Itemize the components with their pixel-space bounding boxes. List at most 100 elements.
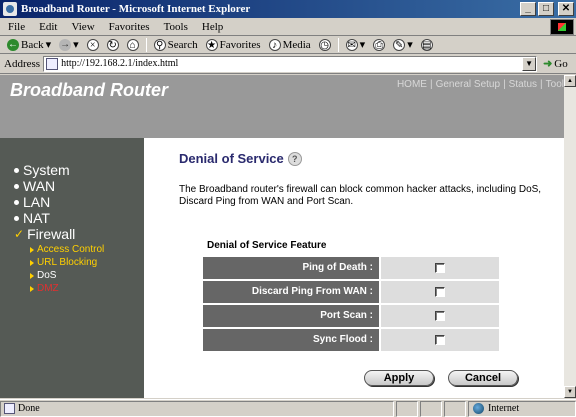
media-icon: ♪ (268, 38, 281, 51)
toolbar-divider (145, 37, 147, 52)
discard-ping-checkbox[interactable] (435, 287, 445, 297)
nav-tool[interactable]: Tool (546, 79, 564, 90)
nav-status[interactable]: Status (509, 79, 537, 90)
port-scan-checkbox[interactable] (435, 311, 445, 321)
feature-label: Port Scan : (203, 305, 379, 327)
sidebar-subitem-dos[interactable]: DoS (30, 270, 56, 281)
nav-separator: | (540, 79, 543, 90)
browser-viewport: Broadband Router HOME | General Setup | … (0, 75, 576, 398)
sidebar-item-system[interactable]: System (14, 162, 70, 178)
menu-favorites[interactable]: Favorites (101, 21, 156, 33)
menu-view[interactable]: View (63, 21, 100, 33)
refresh-icon: ↻ (106, 38, 119, 51)
address-input[interactable]: http://192.168.2.1/index.html ▼ (43, 55, 538, 72)
sidebar-item-lan[interactable]: LAN (14, 194, 50, 210)
history-button[interactable]: ◷ (316, 38, 334, 51)
menu-edit[interactable]: Edit (31, 21, 63, 33)
home-button[interactable]: ⌂ (124, 38, 142, 51)
menu-bar: File Edit View Favorites Tools Help (0, 18, 576, 36)
address-label: Address (4, 57, 41, 70)
edit-button[interactable]: ✎ ▾ (390, 38, 416, 51)
cancel-button[interactable]: Cancel (448, 370, 518, 386)
globe-icon (473, 403, 484, 414)
status-pane: Done (0, 400, 394, 417)
sync-flood-checkbox[interactable] (435, 335, 445, 345)
feature-cell (381, 329, 499, 351)
back-arrow-icon: ← (7, 38, 19, 51)
windows-logo-icon (550, 19, 574, 35)
arrow-right-icon (30, 259, 34, 266)
bullet-icon (14, 199, 19, 205)
print-button[interactable]: ⎙ (370, 38, 388, 51)
sidebar-item-firewall[interactable]: ✓ Firewall (14, 226, 75, 242)
discuss-button[interactable]: ▤ (418, 38, 436, 51)
address-dropdown-button[interactable]: ▼ (522, 56, 537, 71)
stop-button[interactable]: × (84, 38, 102, 51)
minimize-button[interactable]: _ (520, 2, 536, 16)
feature-cell (381, 281, 499, 303)
status-text: Done (18, 403, 40, 414)
toolbar-divider (337, 37, 339, 52)
sidebar-subitem-access-control[interactable]: Access Control (30, 244, 104, 255)
sidebar-subitem-label: URL Blocking (37, 257, 98, 268)
sidebar-subitem-label: DoS (37, 270, 57, 281)
ping-of-death-checkbox[interactable] (435, 263, 445, 273)
menu-tools[interactable]: Tools (156, 21, 194, 33)
apply-button[interactable]: Apply (364, 370, 434, 386)
nav-home[interactable]: HOME (397, 79, 427, 90)
print-icon: ⎙ (373, 38, 386, 51)
sidebar-item-wan[interactable]: WAN (14, 178, 55, 194)
sidebar-item-label: WAN (23, 178, 56, 194)
scroll-up-button[interactable]: ▲ (564, 75, 576, 87)
forward-button[interactable]: → ▾ (56, 38, 82, 51)
bullet-icon (14, 167, 19, 173)
search-icon: ⚲ (153, 38, 166, 51)
media-button[interactable]: ♪ Media (266, 38, 314, 51)
sidebar-item-label: LAN (23, 194, 51, 210)
sidebar-item-nat[interactable]: NAT (14, 210, 50, 226)
page-title: Denial of Service ? (179, 151, 302, 166)
chevron-down-icon: ▾ (359, 39, 366, 51)
nav-general-setup[interactable]: General Setup (436, 79, 501, 90)
table-row: Port Scan : (203, 305, 499, 327)
vertical-scrollbar[interactable]: ▲ ▼ (564, 75, 576, 398)
back-button[interactable]: ← Back ▾ (4, 38, 54, 51)
search-label: Search (167, 38, 198, 51)
main-content: Denial of Service ? The Broadband router… (144, 138, 564, 398)
mail-button[interactable]: ✉ ▾ (343, 38, 369, 51)
sidebar-subitem-dmz[interactable]: DMZ (30, 283, 59, 294)
go-button[interactable]: ➜ Go (537, 57, 568, 71)
feature-cell (381, 257, 499, 279)
feature-label: Ping of Death : (203, 257, 379, 279)
sidebar-subitem-label: DMZ (37, 283, 59, 294)
maximize-button[interactable]: □ (538, 2, 554, 16)
scroll-down-button[interactable]: ▼ (564, 386, 576, 398)
discuss-icon: ▤ (420, 38, 433, 51)
search-button[interactable]: ⚲ Search (151, 38, 201, 51)
top-nav: HOME | General Setup | Status | Tool (397, 79, 564, 90)
arrow-right-icon (30, 246, 34, 253)
router-header: Broadband Router HOME | General Setup | … (0, 75, 564, 138)
status-bar: Done Internet (0, 399, 576, 417)
forward-arrow-icon: → (59, 38, 72, 51)
table-row: Sync Flood : (203, 329, 499, 351)
refresh-button[interactable]: ↻ (104, 38, 122, 51)
sidebar-subitem-label: Access Control (37, 244, 105, 255)
zone-label: Internet (488, 403, 520, 414)
close-button[interactable]: ✕ (558, 2, 574, 16)
feature-label: Sync Flood : (203, 329, 379, 351)
menu-file[interactable]: File (0, 21, 31, 33)
address-url: http://192.168.2.1/index.html (61, 58, 179, 69)
security-zone: Internet (468, 400, 576, 417)
status-pane-empty (444, 400, 466, 417)
home-icon: ⌂ (126, 38, 139, 51)
help-icon[interactable]: ? (287, 151, 302, 166)
back-label: Back (21, 38, 44, 51)
favorites-icon: ★ (205, 38, 218, 51)
sidebar-item-label: NAT (23, 210, 50, 226)
menu-help[interactable]: Help (194, 21, 229, 33)
toolbar: ← Back ▾ → ▾ × ↻ ⌂ ⚲ Search ★ Favorites … (0, 36, 576, 54)
address-bar: Address http://192.168.2.1/index.html ▼ … (0, 54, 576, 74)
sidebar-subitem-url-blocking[interactable]: URL Blocking (30, 257, 97, 268)
favorites-button[interactable]: ★ Favorites (203, 38, 264, 51)
